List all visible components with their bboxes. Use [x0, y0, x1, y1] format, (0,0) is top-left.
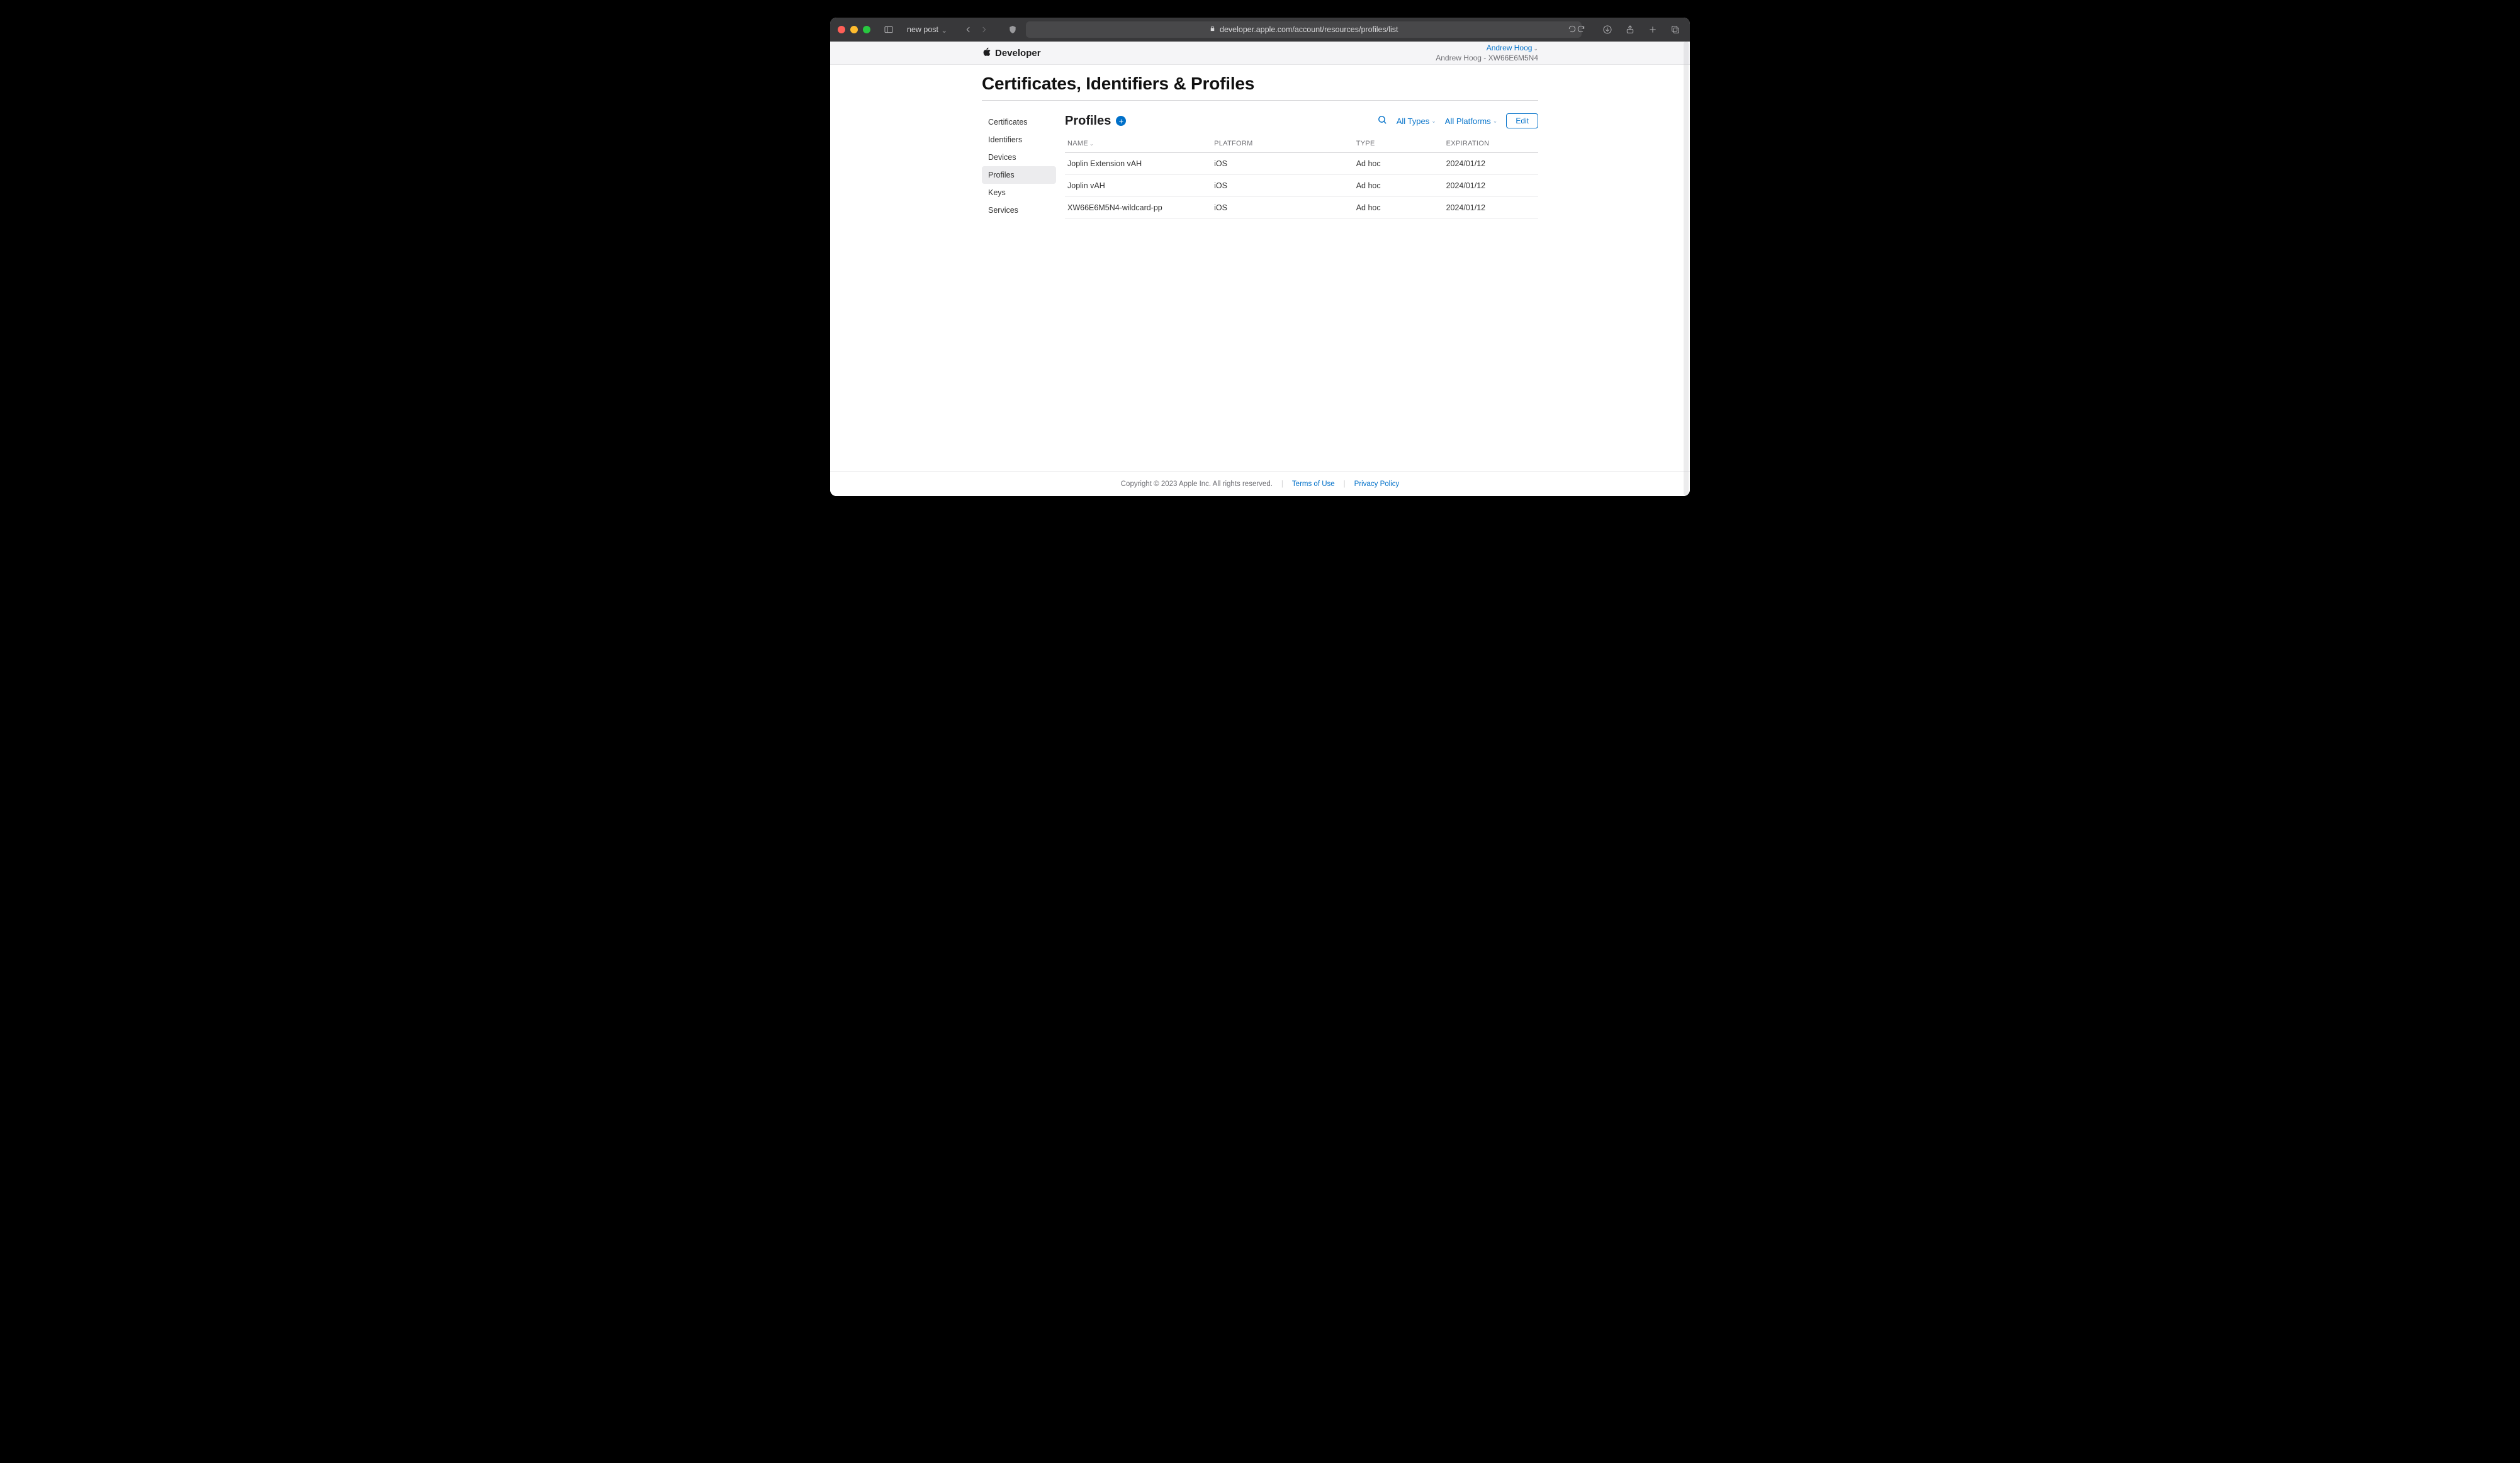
vertical-scrollbar[interactable] [1684, 42, 1689, 496]
page: Developer Andrew Hoog⌄ Andrew Hoog - XW6… [830, 42, 1690, 496]
content: Certificates, Identifiers & Profiles Cer… [982, 65, 1538, 471]
section-title: Profiles [1065, 114, 1111, 128]
active-tab[interactable]: new post ⌄ [903, 24, 952, 36]
sidebar-item-identifiers[interactable]: Identifiers [982, 131, 1056, 149]
browser-titlebar: new post ⌄ developer.apple.com/account/r… [830, 18, 1690, 42]
col-header-platform[interactable]: PLATFORM [1212, 135, 1354, 153]
downloads-icon[interactable] [1600, 23, 1614, 37]
page-title: Certificates, Identifiers & Profiles [982, 74, 1538, 101]
sidebar-item-devices[interactable]: Devices [982, 149, 1056, 166]
apple-developer-brand[interactable]: Developer [982, 47, 1041, 60]
zoom-window-button[interactable] [863, 26, 870, 33]
main-panel: Profiles + All Types⌄ All Platforms⌄ [1065, 113, 1538, 219]
team-id-label: Andrew Hoog - XW66E6M5N4 [1436, 53, 1538, 63]
new-tab-icon[interactable] [1646, 23, 1660, 37]
brand-label: Developer [995, 48, 1041, 59]
nav-arrows [962, 23, 991, 37]
sidebar-toggle-icon[interactable] [882, 23, 896, 37]
copyright-text: Copyright © 2023 Apple Inc. All rights r… [1121, 480, 1273, 488]
chevron-down-icon: ⌄ [1431, 118, 1436, 125]
privacy-link[interactable]: Privacy Policy [1354, 480, 1400, 488]
tab-overview-icon[interactable] [1668, 23, 1682, 37]
toolbar-right [1600, 23, 1682, 37]
terms-link[interactable]: Terms of Use [1292, 480, 1335, 488]
chevron-down-icon: ⌄ [1089, 141, 1094, 147]
add-profile-button[interactable]: + [1116, 116, 1126, 126]
privacy-shield-icon[interactable] [1006, 23, 1020, 37]
table-row[interactable]: Joplin vAHiOSAd hoc2024/01/12 [1065, 175, 1538, 197]
minimize-window-button[interactable] [850, 26, 858, 33]
global-header: Developer Andrew Hoog⌄ Andrew Hoog - XW6… [830, 42, 1690, 65]
url-text: developer.apple.com/account/resources/pr… [1220, 25, 1398, 34]
account-name-link[interactable]: Andrew Hoog [1487, 43, 1533, 52]
window-controls [838, 26, 870, 33]
chevron-down-icon: ⌄ [1493, 118, 1498, 125]
sidebar-item-profiles[interactable]: Profiles [982, 166, 1056, 184]
reload-button[interactable] [1568, 25, 1577, 35]
share-icon[interactable] [1623, 23, 1637, 37]
col-header-expiration[interactable]: EXPIRATION [1444, 135, 1538, 153]
search-icon[interactable] [1377, 115, 1388, 127]
table-row[interactable]: XW66E6M5N4-wildcard-ppiOSAd hoc2024/01/1… [1065, 197, 1538, 219]
profiles-table: NAME⌄ PLATFORM TYPE EXPIRATION Joplin Ex… [1065, 135, 1538, 219]
filter-platforms[interactable]: All Platforms⌄ [1445, 116, 1498, 126]
subheader: Profiles + All Types⌄ All Platforms⌄ [1065, 113, 1538, 128]
footer: Copyright © 2023 Apple Inc. All rights r… [830, 471, 1690, 496]
col-header-name[interactable]: NAME⌄ [1065, 135, 1212, 153]
forward-button[interactable] [977, 23, 991, 37]
filter-types[interactable]: All Types⌄ [1397, 116, 1436, 126]
address-area: developer.apple.com/account/resources/pr… [1006, 21, 1582, 38]
sidebar: CertificatesIdentifiersDevicesProfilesKe… [982, 113, 1056, 219]
close-window-button[interactable] [838, 26, 845, 33]
chevron-down-icon: ⌄ [941, 25, 947, 35]
col-header-type[interactable]: TYPE [1354, 135, 1444, 153]
lock-icon [1209, 25, 1216, 34]
sidebar-item-keys[interactable]: Keys [982, 184, 1056, 201]
account-switcher[interactable]: Andrew Hoog⌄ Andrew Hoog - XW66E6M5N4 [1436, 43, 1538, 63]
safari-window: new post ⌄ developer.apple.com/account/r… [830, 18, 1690, 496]
chevron-down-icon: ⌄ [1533, 45, 1538, 52]
edit-button[interactable]: Edit [1506, 113, 1538, 128]
tab-title-label: new post [907, 25, 938, 34]
sidebar-item-services[interactable]: Services [982, 201, 1056, 219]
table-row[interactable]: Joplin Extension vAHiOSAd hoc2024/01/12 [1065, 153, 1538, 175]
apple-logo-icon [982, 47, 991, 60]
back-button[interactable] [962, 23, 976, 37]
address-bar[interactable]: developer.apple.com/account/resources/pr… [1026, 21, 1582, 38]
sidebar-item-certificates[interactable]: Certificates [982, 113, 1056, 131]
